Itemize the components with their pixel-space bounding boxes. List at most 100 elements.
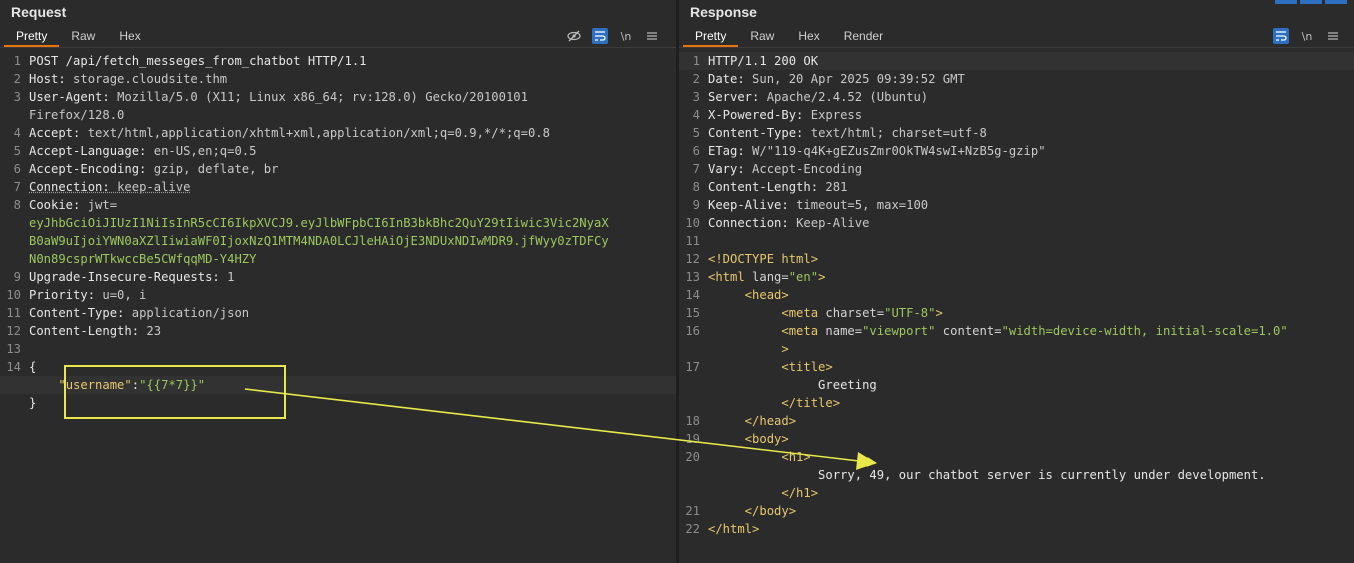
code-line[interactable]: Sorry, 49, our chatbot server is current…	[679, 466, 1354, 484]
code-line[interactable]: 10 Connection: Keep-Alive	[679, 214, 1354, 232]
menu-icon[interactable]	[1325, 28, 1341, 44]
code-line[interactable]: 10 Priority: u=0, i	[0, 286, 676, 304]
tab-divider	[0, 47, 676, 48]
code-token: <head>	[708, 288, 789, 302]
tab-pretty[interactable]: Pretty	[683, 27, 739, 47]
line-content: </title>	[708, 394, 840, 412]
code-token: name=	[825, 324, 863, 338]
newline-toggle[interactable]: \n	[1299, 28, 1315, 44]
code-line[interactable]: 12 Content-Length: 23	[0, 322, 676, 340]
code-line[interactable]: 3 User-Agent: Mozilla/5.0 (X11; Linux x86…	[0, 88, 676, 106]
code-line[interactable]: 5 Accept-Language: en-US,en;q=0.5	[0, 142, 676, 160]
code-token: Content-Type:	[29, 306, 132, 320]
line-content: Greeting	[708, 376, 877, 394]
code-line[interactable]: B0aW9uIjoiYWN0aXZlIiwiaWF0IjoxNzQ1MTM4ND…	[0, 232, 676, 250]
code-line[interactable]: Greeting	[679, 376, 1354, 394]
code-line[interactable]: 14 <head>	[679, 286, 1354, 304]
code-token: Keep-Alive	[796, 216, 870, 230]
code-line[interactable]: 9 Keep-Alive: timeout=5, max=100	[679, 196, 1354, 214]
code-line[interactable]: 8 Cookie: jwt=	[0, 196, 676, 214]
code-line[interactable]: 12 <!DOCTYPE html>	[679, 250, 1354, 268]
code-token: Vary:	[708, 162, 753, 176]
tab-hex[interactable]: Hex	[786, 27, 831, 45]
code-line[interactable]: 21 </body>	[679, 502, 1354, 520]
tab-render[interactable]: Render	[832, 27, 895, 45]
code-line[interactable]: 1 POST /api/fetch_messeges_from_chatbot H…	[0, 52, 676, 70]
line-number: 9	[692, 198, 700, 212]
tab-hex[interactable]: Hex	[107, 27, 152, 45]
code-line[interactable]: 20 <h1>	[679, 448, 1354, 466]
tab-pretty[interactable]: Pretty	[4, 27, 60, 47]
line-content: </html>	[708, 520, 759, 538]
code-line[interactable]: 15 <meta charset="UTF-8">	[679, 304, 1354, 322]
code-line[interactable]: 6 ETag: W/"119-q4K+gEZusZmr0OkTW4swI+NzB5…	[679, 142, 1354, 160]
menu-icon[interactable]	[644, 28, 660, 44]
wrap-icon[interactable]	[1273, 28, 1289, 44]
code-token: text/html,application/xhtml+xml,applicat…	[87, 126, 550, 140]
code-line[interactable]: 16 <meta name="viewport" content="width=…	[679, 322, 1354, 340]
code-line[interactable]: 9 Upgrade-Insecure-Requests: 1	[0, 268, 676, 286]
line-content: <head>	[708, 286, 789, 304]
newline-toggle[interactable]: \n	[618, 28, 634, 44]
line-content: "username":"{{7*7}}"	[29, 376, 205, 394]
code-line[interactable]: 19 <body>	[679, 430, 1354, 448]
code-line[interactable]: Firefox/128.0	[0, 106, 676, 124]
code-line[interactable]: 5 Content-Type: text/html; charset=utf-8	[679, 124, 1354, 142]
line-number: 18	[685, 414, 700, 428]
code-line[interactable]: "username":"{{7*7}}"	[0, 376, 676, 394]
code-line[interactable]: 22 </html>	[679, 520, 1354, 538]
code-line[interactable]: N0n89csprWTkwccBe5CWfqqMD-Y4HZY	[0, 250, 676, 268]
line-content: Upgrade-Insecure-Requests: 1	[29, 268, 234, 286]
tab-raw[interactable]: Raw	[738, 27, 786, 45]
code-token: lang=	[752, 270, 789, 284]
code-line[interactable]: 17 <title>	[679, 358, 1354, 376]
code-line[interactable]: 2 Host: storage.cloudsite.thm	[0, 70, 676, 88]
line-content: ETag: W/"119-q4K+gEZusZmr0OkTW4swI+NzB5g…	[708, 142, 1046, 160]
line-number: 12	[685, 252, 700, 266]
code-line[interactable]: 7 Vary: Accept-Encoding	[679, 160, 1354, 178]
line-content: N0n89csprWTkwccBe5CWfqqMD-Y4HZY	[29, 250, 256, 268]
code-line[interactable]: eyJhbGciOiJIUzI1NiIsInR5cCI6IkpXVCJ9.eyJ…	[0, 214, 676, 232]
code-line[interactable]: 11 Content-Type: application/json	[0, 304, 676, 322]
code-line[interactable]: 13 <html lang="en">	[679, 268, 1354, 286]
code-line[interactable]: 2 Date: Sun, 20 Apr 2025 09:39:52 GMT	[679, 70, 1354, 88]
code-line[interactable]: 11	[679, 232, 1354, 250]
line-number: 5	[692, 126, 700, 140]
code-line[interactable]: 4 X-Powered-By: Express	[679, 106, 1354, 124]
line-number: 5	[13, 144, 21, 158]
line-number: 9	[13, 270, 21, 284]
code-line[interactable]: </h1>	[679, 484, 1354, 502]
code-line[interactable]: 4 Accept: text/html,application/xhtml+xml…	[0, 124, 676, 142]
request-editor[interactable]: 1 POST /api/fetch_messeges_from_chatbot H…	[0, 52, 676, 563]
eye-slash-icon[interactable]	[566, 28, 582, 44]
line-content: Connection: keep-alive	[29, 178, 190, 196]
code-token: </title>	[708, 396, 841, 410]
line-number: 3	[692, 90, 700, 104]
view-toggle-c[interactable]	[1325, 0, 1347, 4]
code-line[interactable]: >	[679, 340, 1354, 358]
code-line[interactable]: 18 </head>	[679, 412, 1354, 430]
line-number: 13	[685, 270, 700, 284]
code-token: keep-alive	[117, 180, 191, 194]
code-line[interactable]: 14 {	[0, 358, 676, 376]
code-line[interactable]: }	[0, 394, 676, 412]
response-editor[interactable]: 1 HTTP/1.1 200 OK 2 Date: Sun, 20 Apr 2025 …	[679, 52, 1354, 563]
code-line[interactable]: 8 Content-Length: 281	[679, 178, 1354, 196]
line-number: 4	[13, 126, 21, 140]
line-number: 16	[685, 324, 700, 338]
code-line[interactable]: 7 Connection: keep-alive	[0, 178, 676, 196]
wrap-icon[interactable]	[592, 28, 608, 44]
tab-raw[interactable]: Raw	[59, 27, 107, 45]
line-content: Connection: Keep-Alive	[708, 214, 869, 232]
code-token: Accept:	[29, 126, 88, 140]
line-number: 2	[692, 72, 700, 86]
view-toggle-b[interactable]	[1300, 0, 1322, 4]
code-line[interactable]: 6 Accept-Encoding: gzip, deflate, br	[0, 160, 676, 178]
code-line[interactable]: 1 HTTP/1.1 200 OK	[679, 52, 1354, 70]
code-line[interactable]: </title>	[679, 394, 1354, 412]
view-toggle-a[interactable]	[1275, 0, 1297, 4]
code-line[interactable]: 3 Server: Apache/2.4.52 (Ubuntu)	[679, 88, 1354, 106]
code-token: "viewport"	[862, 324, 936, 338]
code-line[interactable]: 13	[0, 340, 676, 358]
line-number: 21	[685, 504, 700, 518]
